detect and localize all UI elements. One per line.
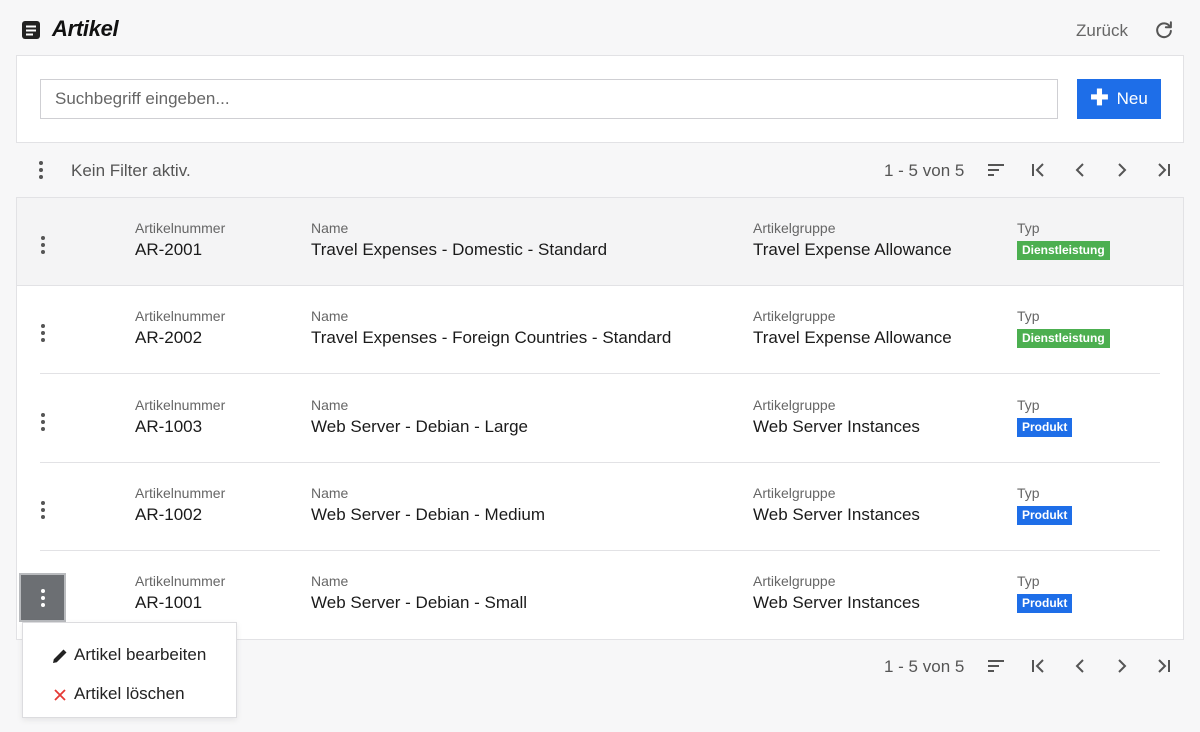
filter-status: Kein Filter aktiv. <box>71 161 191 180</box>
close-icon <box>54 689 66 701</box>
row-options-kebab-icon[interactable] <box>31 233 55 257</box>
new-button-label: Neu <box>1116 89 1148 108</box>
reload-icon[interactable] <box>1153 19 1175 41</box>
menu-item-delete[interactable]: Artikel löschen <box>23 675 236 713</box>
last-page-icon[interactable] <box>1152 158 1176 182</box>
back-link[interactable]: Zurück <box>1076 21 1128 41</box>
pagination-range: 1 - 5 von 5 <box>884 161 965 180</box>
table-row[interactable]: Artikelnummer AR-2001 Name Travel Expenses… <box>17 198 1183 286</box>
table-row[interactable]: Artikelnummer AR-1003 Name Web Server - De… <box>17 375 1183 463</box>
column-label-number: Artikelnummer <box>135 485 226 501</box>
pagination-range: 1 - 5 von 5 <box>884 657 965 676</box>
row-options-kebab-icon[interactable] <box>31 410 55 434</box>
row-options-kebab-icon[interactable] <box>19 573 66 622</box>
column-label-number: Artikelnummer <box>135 397 226 413</box>
last-page-icon[interactable] <box>1152 654 1176 678</box>
column-label-name: Name <box>311 220 349 236</box>
article-name: Travel Expenses - Domestic - Standard <box>311 240 608 259</box>
article-name: Travel Expenses - Foreign Countries - St… <box>311 328 672 347</box>
chevron-left-icon[interactable] <box>1068 654 1092 678</box>
document-icon <box>22 21 40 39</box>
type-badge: Dienstleistung <box>1017 329 1110 348</box>
column-label-name: Name <box>311 397 349 413</box>
article-group: Travel Expense Allowance <box>753 240 952 259</box>
row-options-kebab-icon[interactable] <box>31 321 55 345</box>
column-label-name: Name <box>311 573 349 589</box>
first-page-icon[interactable] <box>1026 654 1050 678</box>
column-label-group: Artikelgruppe <box>753 485 836 501</box>
column-label-number: Artikelnummer <box>135 308 226 324</box>
column-label-name: Name <box>311 308 349 324</box>
article-group: Web Server Instances <box>753 505 920 524</box>
page-header: Artikel Zurück <box>0 0 1200 56</box>
page-title: Artikel <box>52 16 119 41</box>
menu-item-label: Artikel bearbeiten <box>74 645 207 664</box>
chevron-right-icon[interactable] <box>1110 158 1134 182</box>
article-number: AR-2001 <box>135 240 203 259</box>
article-number: AR-1002 <box>135 505 203 524</box>
column-label-group: Artikelgruppe <box>753 573 836 589</box>
row-context-menu: Artikel bearbeiten Artikel löschen <box>22 622 237 718</box>
menu-item-label: Artikel löschen <box>74 684 185 703</box>
article-number: AR-1001 <box>135 593 203 612</box>
column-label-name: Name <box>311 485 349 501</box>
article-group: Web Server Instances <box>753 593 920 612</box>
column-label-type: Typ <box>1017 485 1040 501</box>
article-number: AR-1003 <box>135 417 203 436</box>
column-label-group: Artikelgruppe <box>753 220 836 236</box>
first-page-icon[interactable] <box>1026 158 1050 182</box>
column-label-type: Typ <box>1017 397 1040 413</box>
articles-table: Artikelnummer AR-2001 Name Travel Expenses… <box>16 197 1184 640</box>
pencil-icon <box>53 649 67 663</box>
article-group: Travel Expense Allowance <box>753 328 952 347</box>
pagination-bottom: 1 - 5 von 5 <box>884 646 1184 686</box>
chevron-right-icon[interactable] <box>1110 654 1134 678</box>
article-name: Web Server - Debian - Small <box>311 593 528 612</box>
type-badge: Produkt <box>1017 506 1073 525</box>
search-input[interactable] <box>40 79 1058 119</box>
column-label-number: Artikelnummer <box>135 573 226 589</box>
sort-icon[interactable] <box>984 654 1008 678</box>
article-name: Web Server - Debian - Medium <box>311 505 545 524</box>
article-name: Web Server - Debian - Large <box>311 417 529 436</box>
row-divider <box>40 373 1160 374</box>
table-row[interactable]: Artikelnummer AR-1002 Name Web Server - De… <box>17 463 1183 551</box>
articles-page: Artikel Zurück ✚ Neu Kein Filter aktiv. … <box>0 0 1200 732</box>
row-options-kebab-icon[interactable] <box>31 498 55 522</box>
column-label-number: Artikelnummer <box>135 220 226 236</box>
article-number: AR-2002 <box>135 328 203 347</box>
plus-icon: ✚ <box>1090 85 1109 110</box>
type-badge: Produkt <box>1017 418 1073 437</box>
column-label-type: Typ <box>1017 573 1040 589</box>
column-label-group: Artikelgruppe <box>753 308 836 324</box>
table-row[interactable]: Artikelnummer AR-2002 Name Travel Expenses… <box>17 286 1183 374</box>
column-label-type: Typ <box>1017 308 1040 324</box>
list-options-kebab-icon[interactable] <box>29 158 53 182</box>
article-group: Web Server Instances <box>753 417 920 436</box>
list-toolbar-top: Kein Filter aktiv. 1 - 5 von 5 <box>0 150 1200 190</box>
type-badge: Produkt <box>1017 594 1073 613</box>
column-label-type: Typ <box>1017 220 1040 236</box>
chevron-left-icon[interactable] <box>1068 158 1092 182</box>
sort-icon[interactable] <box>984 158 1008 182</box>
search-panel: ✚ Neu <box>16 55 1184 143</box>
new-button[interactable]: ✚ Neu <box>1077 79 1161 119</box>
type-badge: Dienstleistung <box>1017 241 1110 260</box>
menu-item-edit[interactable]: Artikel bearbeiten <box>23 636 236 674</box>
pagination-top: 1 - 5 von 5 <box>884 150 1184 190</box>
column-label-group: Artikelgruppe <box>753 397 836 413</box>
